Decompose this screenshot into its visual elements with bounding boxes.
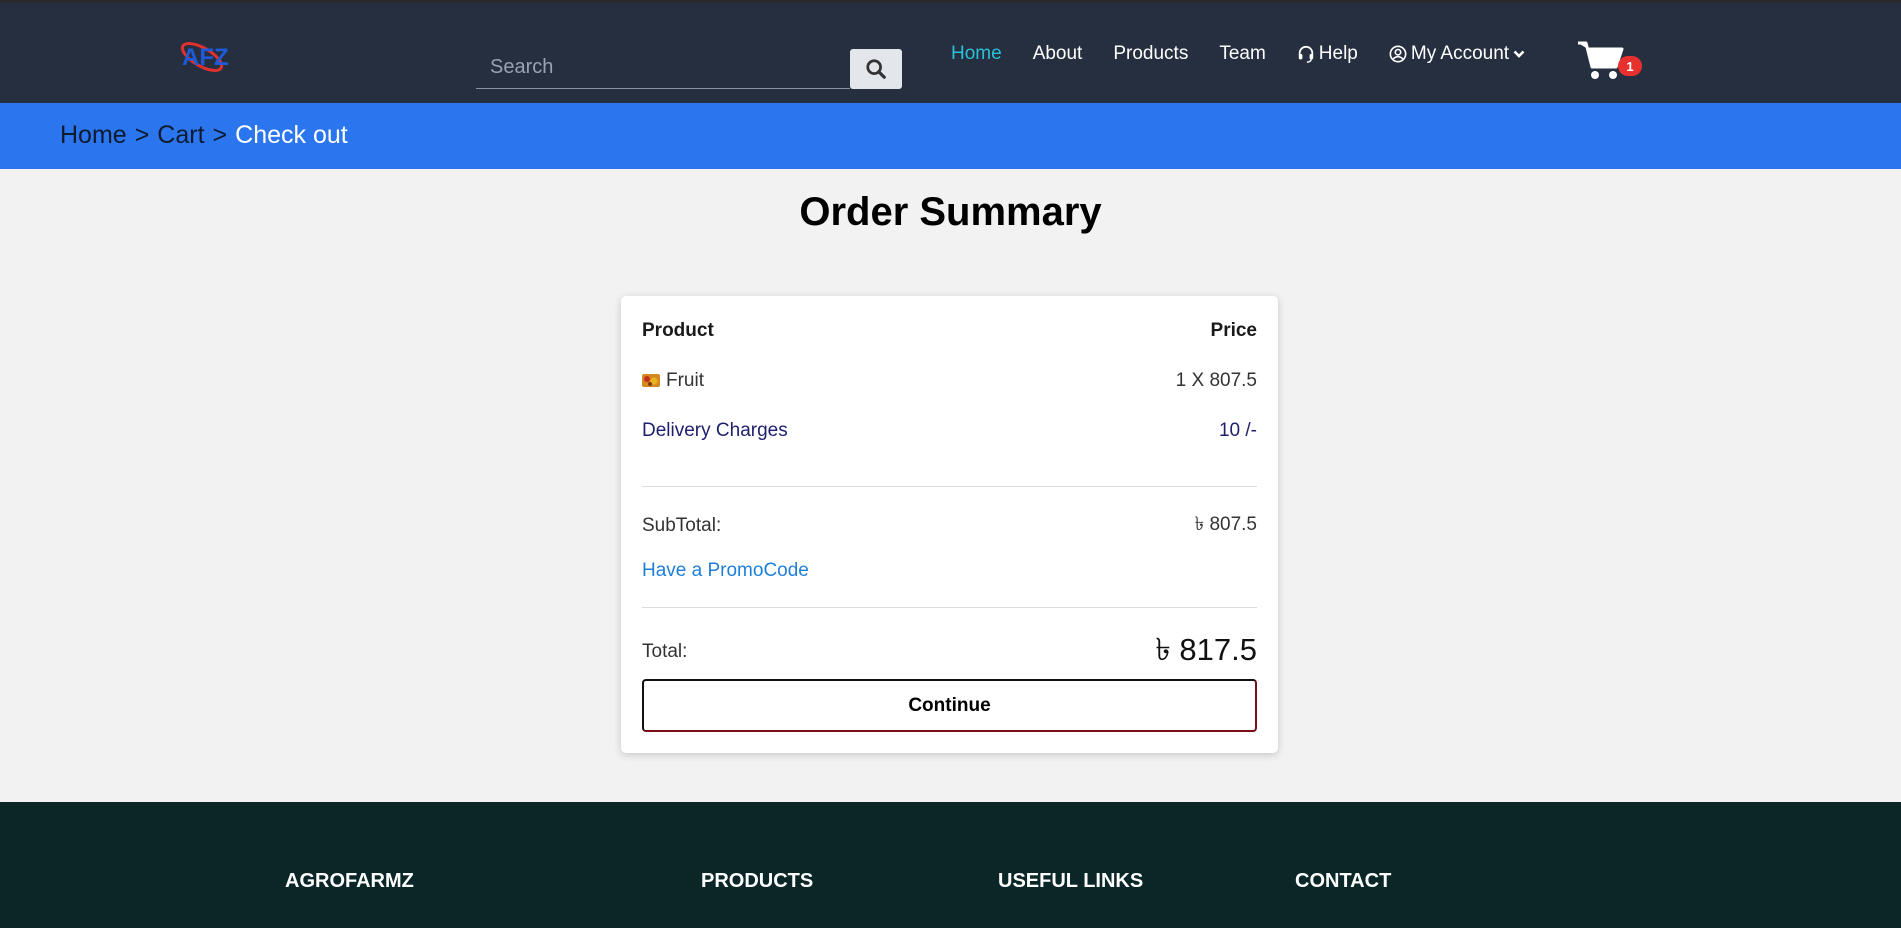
footer-heading-products: PRODUCTS <box>701 870 814 892</box>
nav-home-label: Home <box>951 43 1002 64</box>
breadcrumb-home[interactable]: Home <box>60 121 127 150</box>
brand-logo[interactable]: AFZ <box>172 33 236 81</box>
nav-about[interactable]: About <box>1033 43 1083 65</box>
item-price: 1 X 807.5 <box>1175 370 1257 391</box>
search-icon <box>866 59 886 79</box>
divider <box>642 486 1257 487</box>
breadcrumb-current: Check out <box>235 121 348 149</box>
breadcrumb-separator: > <box>134 121 150 149</box>
main-nav: Home About Products Team Help My Account <box>951 43 1556 65</box>
breadcrumb: Home > Cart > Check out <box>60 121 348 150</box>
order-item-row: Fruit 1 X 807.5 <box>642 370 1257 392</box>
promo-row: Have a PromoCode <box>642 560 1257 582</box>
search-button[interactable] <box>850 49 902 89</box>
delivery-charges-row: Delivery Charges 10 /- <box>642 420 1257 442</box>
total-value: ৳ 817.5 <box>1155 632 1257 667</box>
cart-count-badge: 1 <box>1618 56 1642 76</box>
nav-help[interactable]: Help <box>1297 43 1358 65</box>
nav-team-label: Team <box>1219 43 1266 64</box>
nav-products-label: Products <box>1113 43 1189 64</box>
item-name: Fruit <box>666 370 704 391</box>
summary-header-row: Product Price <box>642 320 1257 342</box>
fruit-thumbnail-icon <box>642 374 660 388</box>
nav-team[interactable]: Team <box>1219 43 1265 65</box>
nav-home[interactable]: Home <box>951 43 1002 65</box>
nav-help-label: Help <box>1318 43 1358 64</box>
price-column-header: Price <box>1210 320 1257 341</box>
footer <box>0 802 1901 928</box>
total-label: Total: <box>642 641 688 662</box>
total-row: Total: ৳ 817.5 <box>642 626 1257 678</box>
product-column-header: Product <box>642 320 714 341</box>
search-input[interactable] <box>476 47 850 89</box>
headset-icon <box>1298 45 1313 63</box>
svg-text:AFZ: AFZ <box>182 44 229 71</box>
footer-heading-agrofarmz: AGROFARMZ <box>285 870 414 892</box>
subtotal-value: ৳ 807.5 <box>1194 514 1257 535</box>
subtotal-label: SubTotal: <box>642 515 722 536</box>
user-circle-icon <box>1389 45 1407 63</box>
breadcrumb-cart[interactable]: Cart <box>157 121 204 150</box>
chevron-down-icon <box>1513 50 1525 58</box>
nav-about-label: About <box>1032 43 1083 64</box>
item-product: Fruit <box>642 370 704 392</box>
navbar: AFZ Home About Products Team Help <box>0 3 1901 103</box>
footer-heading-contact: CONTACT <box>1295 870 1392 892</box>
continue-button[interactable]: Continue <box>642 679 1257 732</box>
nav-products[interactable]: Products <box>1113 43 1188 65</box>
footer-heading-useful-links: USEFUL LINKS <box>998 870 1144 892</box>
breadcrumb-separator: > <box>212 121 228 149</box>
subtotal-row: SubTotal: ৳ 807.5 <box>642 510 1257 542</box>
delivery-label: Delivery Charges <box>642 420 788 441</box>
page-title: Order Summary <box>799 190 1102 234</box>
order-summary-card: Product Price Fruit 1 X 807.5 Delivery C… <box>621 296 1278 753</box>
promo-code-link[interactable]: Have a PromoCode <box>642 560 809 582</box>
delivery-value: 10 /- <box>1218 420 1257 441</box>
nav-my-account[interactable]: My Account <box>1389 43 1525 65</box>
nav-my-account-label: My Account <box>1410 43 1510 64</box>
divider <box>642 607 1257 608</box>
breadcrumb-bar: Home > Cart > Check out <box>0 103 1901 169</box>
